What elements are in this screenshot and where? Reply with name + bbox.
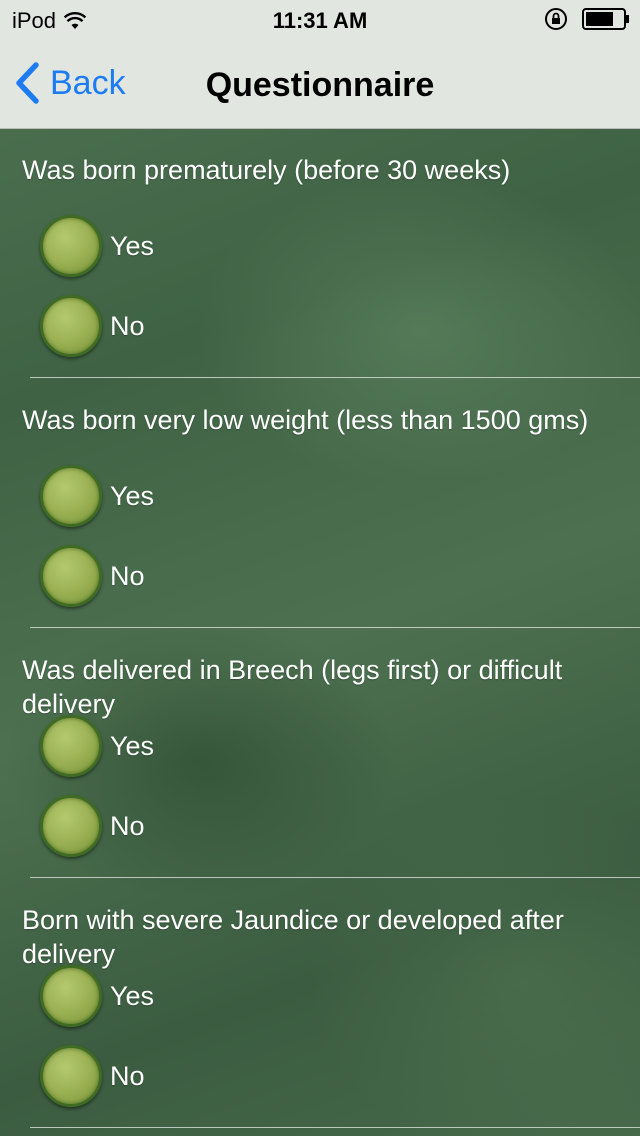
questionnaire-list: Was born prematurely (before 30 weeks) Y… (0, 129, 640, 1129)
orientation-lock-icon (545, 8, 567, 30)
question-text: Was delivered in Breech (legs first) or … (22, 655, 563, 719)
status-right-group (544, 7, 630, 31)
radio-button-icon[interactable] (40, 715, 102, 777)
option-yes[interactable]: Yes (40, 215, 154, 277)
question-item: Was born very low weight (less than 1500… (0, 379, 640, 629)
radio-button-icon[interactable] (40, 965, 102, 1027)
page-title: Questionnaire (205, 66, 435, 104)
divider (30, 1127, 640, 1128)
screen: iPod 11:31 AM Back Questionnaire Was bor… (0, 0, 640, 1136)
option-yes[interactable]: Yes (40, 965, 154, 1027)
option-label: No (110, 1060, 145, 1091)
question-text: Born with severe Jaundice or developed a… (22, 905, 564, 969)
radio-button-icon[interactable] (40, 465, 102, 527)
option-no[interactable]: No (40, 295, 145, 357)
question-item: Born with severe Jaundice or developed a… (0, 879, 640, 1129)
question-item: Was born prematurely (before 30 weeks) Y… (0, 129, 640, 379)
option-label: Yes (110, 730, 155, 761)
option-label: No (110, 310, 145, 341)
divider (30, 877, 640, 878)
status-bar: iPod 11:31 AM (0, 0, 640, 40)
question-item: Was delivered in Breech (legs first) or … (0, 629, 640, 879)
navigation-bar: Back Questionnaire (0, 40, 640, 129)
question-text: Was born prematurely (before 30 weeks) (22, 155, 511, 185)
divider (30, 627, 640, 628)
radio-button-icon[interactable] (40, 795, 102, 857)
option-no[interactable]: No (40, 1045, 145, 1107)
option-label: No (110, 560, 145, 591)
option-yes[interactable]: Yes (40, 465, 154, 527)
option-no[interactable]: No (40, 545, 145, 607)
option-no[interactable]: No (40, 795, 145, 857)
option-yes[interactable]: Yes (40, 715, 154, 777)
divider (30, 377, 640, 378)
radio-button-icon[interactable] (40, 1045, 102, 1107)
option-label: Yes (110, 980, 155, 1011)
radio-button-icon[interactable] (40, 545, 102, 607)
radio-button-icon[interactable] (40, 215, 102, 277)
question-text: Was born very low weight (less than 1500… (22, 405, 589, 435)
battery-icon (582, 8, 629, 30)
radio-button-icon[interactable] (40, 295, 102, 357)
option-label: Yes (110, 230, 155, 261)
option-label: No (110, 810, 145, 841)
option-label: Yes (110, 480, 155, 511)
